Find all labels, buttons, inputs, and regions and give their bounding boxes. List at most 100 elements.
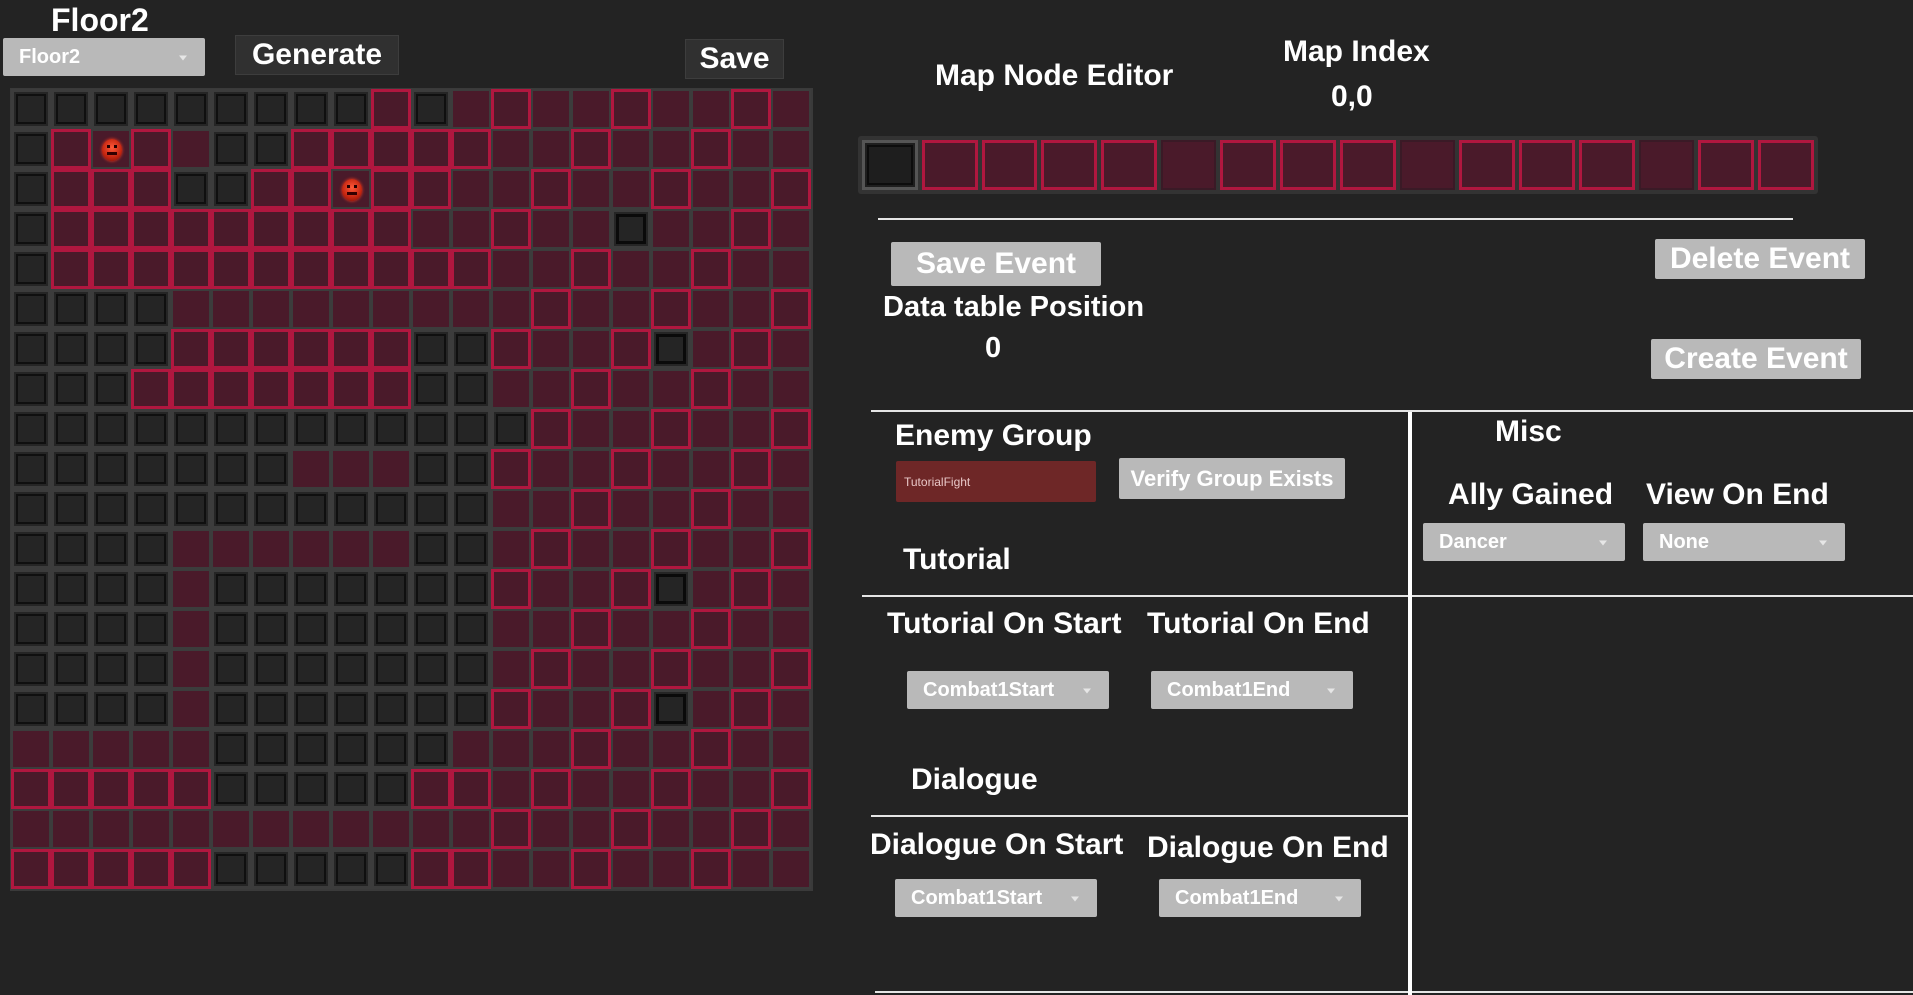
map-node[interactable]: [371, 129, 411, 169]
map-node[interactable]: [131, 489, 171, 529]
map-node[interactable]: [451, 289, 491, 329]
map-node[interactable]: [491, 609, 531, 649]
map-node[interactable]: [291, 769, 331, 809]
map-node[interactable]: [691, 609, 731, 649]
map-node[interactable]: [91, 89, 131, 129]
node-strip-cell[interactable]: [1160, 140, 1217, 190]
map-node[interactable]: [691, 489, 731, 529]
map-node[interactable]: [771, 689, 811, 729]
map-node[interactable]: [491, 409, 531, 449]
map-node[interactable]: [291, 169, 331, 209]
map-node[interactable]: [571, 529, 611, 569]
map-node[interactable]: [11, 169, 51, 209]
map-node[interactable]: [11, 569, 51, 609]
map-node[interactable]: [171, 129, 211, 169]
map-node[interactable]: [51, 129, 91, 169]
map-node[interactable]: [451, 809, 491, 849]
map-node[interactable]: [691, 649, 731, 689]
map-node[interactable]: [611, 769, 651, 809]
dialogue-on-start-dropdown[interactable]: Combat1Start: [895, 879, 1097, 917]
map-node[interactable]: [531, 729, 571, 769]
map-node[interactable]: [51, 289, 91, 329]
map-node[interactable]: [91, 209, 131, 249]
map-node[interactable]: [491, 249, 531, 289]
map-node[interactable]: [571, 489, 611, 529]
map-node[interactable]: [571, 769, 611, 809]
map-node[interactable]: [771, 89, 811, 129]
map-node[interactable]: [11, 129, 51, 169]
map-node[interactable]: [611, 809, 651, 849]
map-node[interactable]: [51, 649, 91, 689]
map-node[interactable]: [291, 849, 331, 889]
map-node[interactable]: [651, 369, 691, 409]
save-button[interactable]: Save: [685, 39, 784, 79]
map-node[interactable]: [771, 169, 811, 209]
map-node[interactable]: [51, 249, 91, 289]
map-node[interactable]: [331, 449, 371, 489]
map-node-enemy[interactable]: [331, 169, 371, 209]
map-node[interactable]: [331, 329, 371, 369]
map-node[interactable]: [251, 569, 291, 609]
map-node[interactable]: [651, 129, 691, 169]
map-node[interactable]: [171, 609, 211, 649]
map-node[interactable]: [731, 289, 771, 329]
map-node[interactable]: [691, 529, 731, 569]
map-node[interactable]: [11, 489, 51, 529]
map-node[interactable]: [571, 409, 611, 449]
enemy-group-input[interactable]: TutorialFight: [896, 461, 1096, 502]
map-node[interactable]: [491, 809, 531, 849]
map-node[interactable]: [91, 409, 131, 449]
map-node[interactable]: [571, 569, 611, 609]
map-node[interactable]: [91, 729, 131, 769]
map-node[interactable]: [411, 289, 451, 329]
map-node[interactable]: [411, 369, 451, 409]
map-node[interactable]: [531, 329, 571, 369]
map-node[interactable]: [491, 729, 531, 769]
map-node[interactable]: [531, 209, 571, 249]
map-node[interactable]: [171, 289, 211, 329]
node-strip-cell[interactable]: [1220, 140, 1277, 190]
map-node[interactable]: [251, 289, 291, 329]
map-node[interactable]: [651, 409, 691, 449]
map-node[interactable]: [211, 569, 251, 609]
map-node[interactable]: [211, 609, 251, 649]
map-node[interactable]: [211, 529, 251, 569]
map-node[interactable]: [451, 609, 491, 649]
map-node[interactable]: [51, 329, 91, 369]
map-node[interactable]: [611, 329, 651, 369]
map-node[interactable]: [11, 769, 51, 809]
map-node[interactable]: [411, 689, 451, 729]
map-node[interactable]: [611, 529, 651, 569]
map-node[interactable]: [531, 89, 571, 129]
map-node[interactable]: [251, 409, 291, 449]
map-node[interactable]: [691, 129, 731, 169]
map-node[interactable]: [731, 209, 771, 249]
map-node[interactable]: [731, 769, 771, 809]
map-node[interactable]: [531, 409, 571, 449]
map-node[interactable]: [651, 529, 691, 569]
map-node[interactable]: [571, 289, 611, 329]
tutorial-on-start-dropdown[interactable]: Combat1Start: [907, 671, 1109, 709]
map-node[interactable]: [531, 169, 571, 209]
map-node[interactable]: [291, 609, 331, 649]
map-node[interactable]: [211, 409, 251, 449]
map-node[interactable]: [611, 729, 651, 769]
node-strip-cell[interactable]: [1638, 140, 1695, 190]
map-node[interactable]: [291, 809, 331, 849]
map-node[interactable]: [171, 489, 211, 529]
map-node[interactable]: [331, 289, 371, 329]
map-node[interactable]: [371, 489, 411, 529]
map-node[interactable]: [51, 729, 91, 769]
map-node[interactable]: [171, 209, 211, 249]
map-node[interactable]: [371, 809, 411, 849]
map-node[interactable]: [451, 129, 491, 169]
save-event-button[interactable]: Save Event: [891, 242, 1101, 286]
map-node[interactable]: [411, 529, 451, 569]
tutorial-on-end-dropdown[interactable]: Combat1End: [1151, 671, 1353, 709]
map-node[interactable]: [531, 369, 571, 409]
map-node[interactable]: [731, 849, 771, 889]
map-node[interactable]: [531, 569, 571, 609]
map-node[interactable]: [491, 129, 531, 169]
map-node[interactable]: [291, 209, 331, 249]
map-node[interactable]: [411, 489, 451, 529]
